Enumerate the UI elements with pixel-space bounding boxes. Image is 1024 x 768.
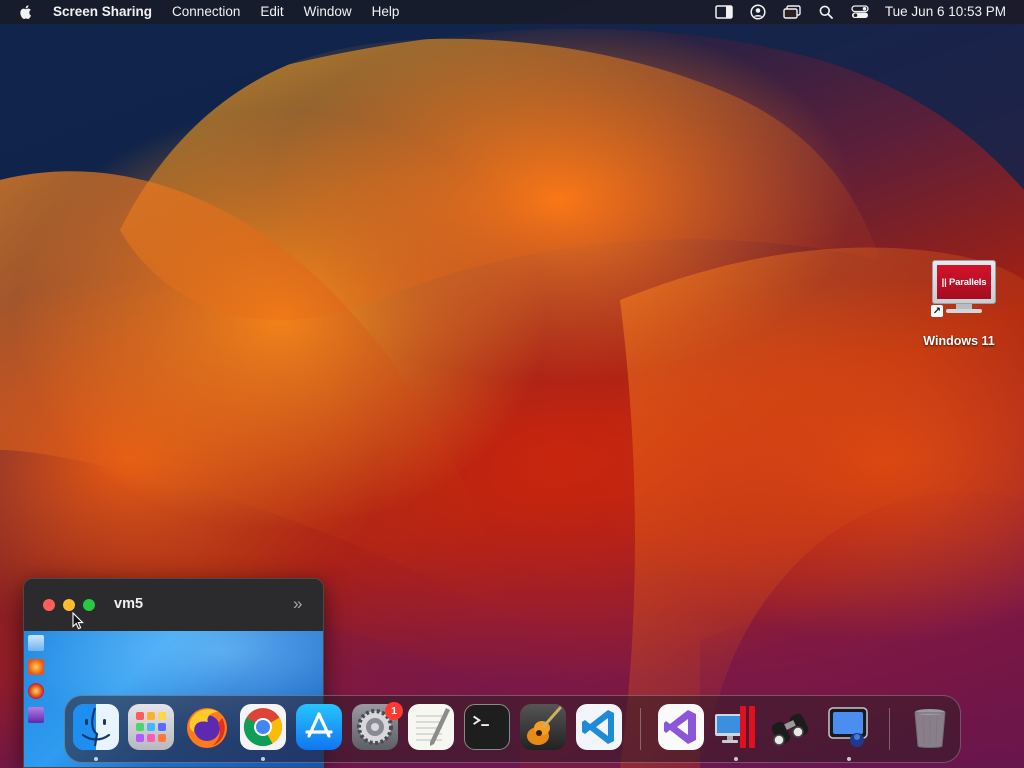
terminal-icon bbox=[473, 715, 489, 727]
menu-window[interactable]: Window bbox=[294, 0, 362, 24]
desktop-icon-label: Windows 11 bbox=[923, 334, 995, 348]
dock-separator bbox=[889, 708, 890, 750]
user-icon[interactable] bbox=[741, 0, 775, 24]
dock-firefox[interactable] bbox=[184, 704, 230, 750]
dock-chrome[interactable] bbox=[240, 704, 286, 750]
window-close-button[interactable] bbox=[43, 599, 55, 611]
screen-mirror-icon[interactable] bbox=[775, 0, 809, 24]
monitor-base bbox=[946, 309, 982, 313]
remote-app-icon[interactable] bbox=[28, 659, 44, 675]
dock-parallels[interactable] bbox=[713, 704, 759, 750]
dock-vscode[interactable] bbox=[576, 704, 622, 750]
dock-visual-studio[interactable] bbox=[658, 704, 704, 750]
monitor-screen: || Parallels bbox=[932, 260, 996, 304]
chrome-icon bbox=[243, 708, 283, 747]
dock-screen-sharing[interactable] bbox=[826, 704, 872, 750]
parallels-icon bbox=[715, 706, 755, 748]
alias-arrow-icon: ↗ bbox=[931, 305, 943, 317]
visual-studio-icon bbox=[664, 710, 696, 744]
firefox-icon bbox=[187, 708, 227, 748]
app-store-icon bbox=[305, 712, 333, 738]
dock-launchpad[interactable] bbox=[128, 704, 174, 750]
dock-running-indicator bbox=[734, 757, 738, 761]
dock-trash[interactable] bbox=[907, 704, 953, 750]
mouse-cursor-icon bbox=[72, 612, 84, 630]
remote-recycle-icon[interactable] bbox=[28, 707, 44, 723]
finder-icon bbox=[73, 704, 111, 750]
dock-binoculars[interactable] bbox=[768, 704, 814, 750]
window-minimize-button[interactable] bbox=[63, 599, 75, 611]
dock-running-indicator bbox=[94, 757, 98, 761]
apple-logo-icon[interactable] bbox=[18, 3, 34, 21]
dock-terminal[interactable] bbox=[464, 704, 510, 750]
launchpad-icon bbox=[136, 712, 166, 742]
dock: 1 bbox=[64, 695, 961, 763]
dock-garageband[interactable] bbox=[520, 704, 566, 750]
parallels-logo: || Parallels bbox=[937, 265, 991, 299]
trash-icon bbox=[914, 709, 946, 748]
menu-bar: Screen Sharing Connection Edit Window He… bbox=[0, 0, 1024, 24]
menubar-clock[interactable]: Tue Jun 6 10:53 PM bbox=[877, 0, 1024, 24]
dock-running-indicator bbox=[261, 757, 265, 761]
binoculars-icon bbox=[771, 713, 809, 746]
window-maximize-button[interactable] bbox=[83, 599, 95, 611]
garageband-icon bbox=[527, 706, 562, 745]
parallels-vm-icon: || Parallels ↗ bbox=[926, 258, 996, 317]
textedit-icon bbox=[416, 708, 450, 746]
search-icon[interactable] bbox=[809, 0, 843, 24]
dock-finder[interactable] bbox=[73, 704, 119, 750]
menu-app-name[interactable]: Screen Sharing bbox=[44, 0, 162, 24]
remote-this-pc-icon[interactable] bbox=[28, 635, 44, 651]
menu-connection[interactable]: Connection bbox=[162, 0, 250, 24]
dock-textedit[interactable] bbox=[408, 704, 454, 750]
toolbar-overflow-icon[interactable]: » bbox=[293, 595, 311, 613]
settings-badge: 1 bbox=[385, 702, 403, 720]
menu-help[interactable]: Help bbox=[362, 0, 410, 24]
control-center-icon[interactable] bbox=[843, 0, 877, 24]
vm-window-title: vm5 bbox=[114, 596, 144, 612]
vm-window-titlebar[interactable]: vm5 » bbox=[24, 579, 323, 631]
dock-app-store[interactable] bbox=[296, 704, 342, 750]
dock-separator bbox=[640, 708, 641, 750]
screen-sharing-icon bbox=[828, 707, 868, 747]
remote-chrome-icon[interactable] bbox=[28, 683, 44, 699]
dock-running-indicator bbox=[847, 757, 851, 761]
vscode-icon bbox=[582, 710, 614, 744]
menu-edit[interactable]: Edit bbox=[250, 0, 293, 24]
desktop-icon-windows-11[interactable]: || Parallels ↗ Windows 11 bbox=[920, 258, 998, 348]
sidebar-icon[interactable] bbox=[707, 0, 741, 24]
